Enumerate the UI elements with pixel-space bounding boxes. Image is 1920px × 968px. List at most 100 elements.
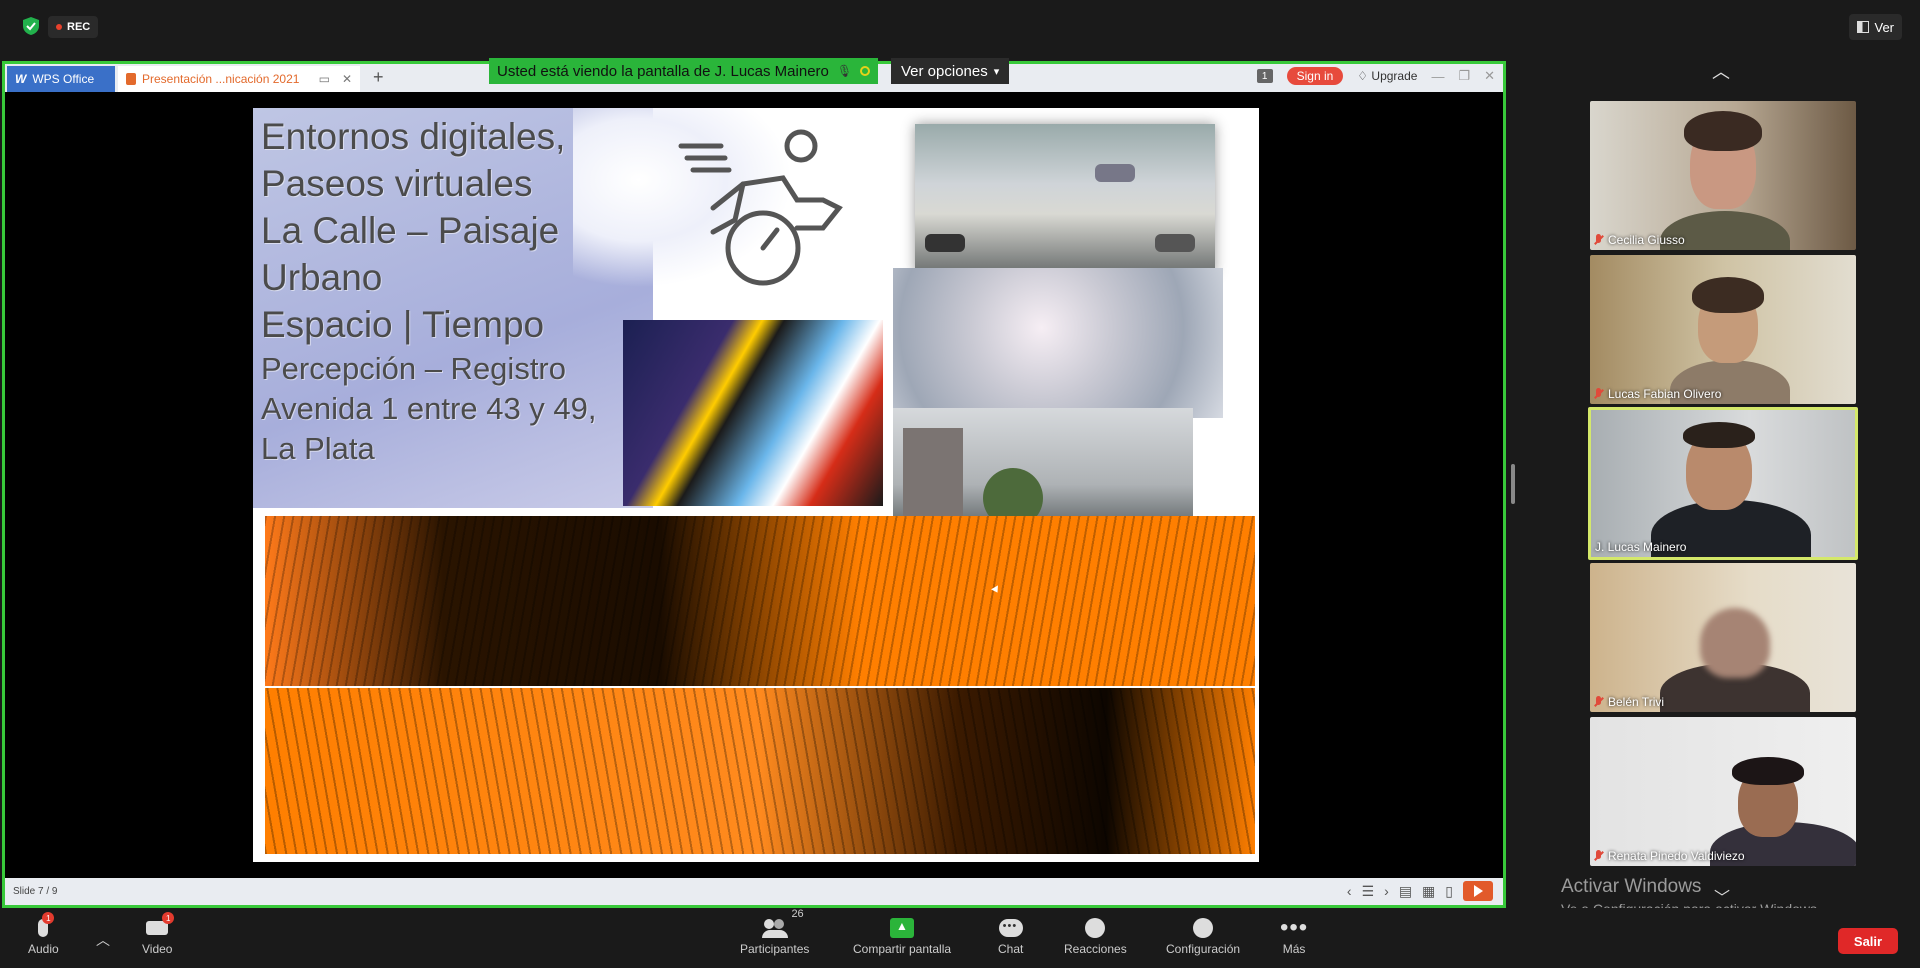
- participant-name-label: Lucas Fabian Olivero: [1608, 387, 1722, 401]
- audio-options-caret-icon[interactable]: ︿: [96, 930, 110, 950]
- alert-badge: 1: [162, 912, 175, 924]
- close-tab-icon[interactable]: ✕: [342, 72, 352, 86]
- street-photo-top: [915, 124, 1215, 274]
- muted-mic-icon: [1594, 234, 1604, 246]
- participant-tile[interactable]: Renata Pinedo Valdiviezo: [1590, 717, 1856, 866]
- audio-button[interactable]: 1 Audio: [28, 912, 59, 956]
- diamond-icon: ♢: [1357, 69, 1369, 83]
- share-screen-label: Compartir pantalla: [853, 942, 952, 956]
- slide-title-line: Paseos virtuales: [261, 163, 533, 204]
- new-tab-icon[interactable]: +: [373, 67, 384, 88]
- chat-button[interactable]: Chat: [998, 914, 1023, 956]
- muted-mic-icon: 🎙: [836, 64, 853, 78]
- participants-button[interactable]: 26 Participantes: [740, 908, 810, 956]
- panel-resize-handle[interactable]: [1511, 464, 1515, 504]
- leave-button[interactable]: Salir: [1838, 928, 1898, 954]
- slide-title-line: Avenida 1 entre 43 y 49,: [261, 391, 597, 426]
- abstract-artwork: [623, 320, 883, 506]
- next-slide-icon[interactable]: ›: [1384, 883, 1389, 899]
- participant-name-label: Cecilia Giusso: [1608, 233, 1685, 247]
- settings-label: Configuración: [1166, 942, 1241, 956]
- orange-sketch-band-top: [265, 516, 1255, 686]
- participant-hair: [1684, 111, 1762, 151]
- view-button-label: Ver: [1874, 19, 1894, 35]
- participant-name: Renata Pinedo Valdiviezo: [1594, 849, 1745, 863]
- muted-mic-icon: [1594, 696, 1604, 708]
- windows-activation-title: Activar Windows: [1561, 876, 1702, 897]
- participants-count: 26: [791, 908, 804, 920]
- slide-title-line: Urbano: [261, 257, 383, 298]
- slide-title-line: La Calle – Paisaje: [261, 210, 560, 251]
- restore-icon[interactable]: ❐: [1458, 68, 1470, 84]
- participant-hair: [1683, 422, 1755, 448]
- participant-name-label: J. Lucas Mainero: [1595, 540, 1687, 554]
- sky-photo-collage: [893, 268, 1223, 418]
- monitor-icon[interactable]: ▭: [319, 72, 330, 86]
- view-button[interactable]: Ver: [1849, 14, 1902, 40]
- chat-label: Chat: [998, 942, 1024, 956]
- reactions-label: Reacciones: [1064, 942, 1127, 956]
- speed-runner-icon: [678, 129, 843, 286]
- scroll-down-chevron-icon[interactable]: ﹀: [1714, 884, 1730, 908]
- muted-mic-icon: [1594, 850, 1604, 862]
- slide-title-line: Percepción – Registro: [261, 351, 566, 386]
- smiley-icon: [1085, 914, 1106, 942]
- audio-label: Audio: [28, 942, 59, 956]
- tab-presentation[interactable]: Presentación ...nicación 2021 ▭ ✕: [118, 66, 360, 92]
- reading-view-icon[interactable]: ▯: [1445, 883, 1453, 900]
- car-shape: [1155, 234, 1195, 252]
- settings-button[interactable]: Configuración: [1166, 914, 1240, 956]
- reactions-button[interactable]: Reacciones: [1064, 914, 1127, 956]
- close-window-icon[interactable]: ✕: [1484, 68, 1495, 84]
- slide-list-icon[interactable]: ☰: [1362, 883, 1375, 900]
- more-label: Más: [1282, 942, 1306, 956]
- gear-icon: [1193, 914, 1214, 942]
- car-shape: [925, 234, 965, 252]
- play-slideshow-button[interactable]: [1463, 881, 1493, 901]
- camera-icon: 1: [146, 912, 175, 942]
- more-button[interactable]: ••• Más: [1280, 914, 1308, 956]
- participant-face: [1700, 608, 1770, 678]
- mic-icon: 1: [38, 912, 55, 942]
- share-screen-button[interactable]: Compartir pantalla: [853, 914, 951, 956]
- participant-tile-active-speaker[interactable]: J. Lucas Mainero: [1588, 407, 1858, 560]
- tab-presentation-label: Presentación ...nicación 2021: [142, 72, 300, 86]
- page-badge[interactable]: 1: [1256, 69, 1273, 83]
- slide-area: Entornos digitales, Paseos virtuales La …: [5, 92, 1503, 878]
- car-shape: [1095, 164, 1135, 182]
- wps-status-bar: Slide 7 / 9 ‹ ☰ › ▤ ▦ ▯: [5, 878, 1503, 905]
- sign-in-button[interactable]: Sign in: [1286, 67, 1344, 85]
- participant-tile[interactable]: Belén Trivi: [1590, 563, 1856, 712]
- view-options-button[interactable]: Ver opciones ▾: [891, 58, 1010, 84]
- wps-window-controls: 1 Sign in ♢ Upgrade — ❐ ✕: [1256, 67, 1495, 85]
- upgrade-label: Upgrade: [1371, 69, 1418, 83]
- participant-tile[interactable]: Cecilia Giusso: [1590, 101, 1856, 250]
- participant-name: Belén Trivi: [1594, 695, 1664, 709]
- chevron-down-icon: ▾: [993, 65, 1000, 78]
- normal-view-icon[interactable]: ▤: [1399, 883, 1412, 900]
- record-dot-icon: [56, 24, 62, 30]
- slide-title-line: Espacio | Tiempo: [261, 304, 545, 345]
- minimize-icon[interactable]: —: [1431, 69, 1444, 84]
- slide-canvas[interactable]: Entornos digitales, Paseos virtuales La …: [253, 108, 1259, 862]
- video-button[interactable]: 1 Video: [142, 912, 175, 956]
- share-screen-icon: [890, 914, 915, 942]
- viewing-banner: Usted está viendo la pantalla de J. Luca…: [489, 58, 879, 84]
- prev-slide-icon[interactable]: ‹: [1347, 883, 1352, 899]
- more-dots-icon: •••: [1280, 914, 1309, 941]
- recording-indicator[interactable]: REC: [48, 16, 99, 38]
- chat-icon: [998, 914, 1023, 942]
- scroll-up-chevron-icon[interactable]: ︿: [1712, 58, 1730, 84]
- participant-hair: [1732, 757, 1804, 785]
- tab-wps-office[interactable]: W WPS Office: [7, 66, 115, 92]
- tab-wps-office-label: WPS Office: [32, 72, 95, 86]
- shield-icon[interactable]: [22, 16, 40, 36]
- sorter-view-icon[interactable]: ▦: [1422, 883, 1435, 900]
- viewing-banner-text: Usted está viendo la pantalla de J. Luca…: [497, 62, 829, 80]
- play-icon: [1473, 885, 1483, 897]
- participant-tile[interactable]: Lucas Fabian Olivero: [1590, 255, 1856, 404]
- video-label: Video: [142, 942, 173, 956]
- upgrade-button[interactable]: ♢ Upgrade: [1357, 69, 1417, 83]
- participant-name-label: Belén Trivi: [1608, 695, 1665, 709]
- participants-label: Participantes: [740, 942, 810, 956]
